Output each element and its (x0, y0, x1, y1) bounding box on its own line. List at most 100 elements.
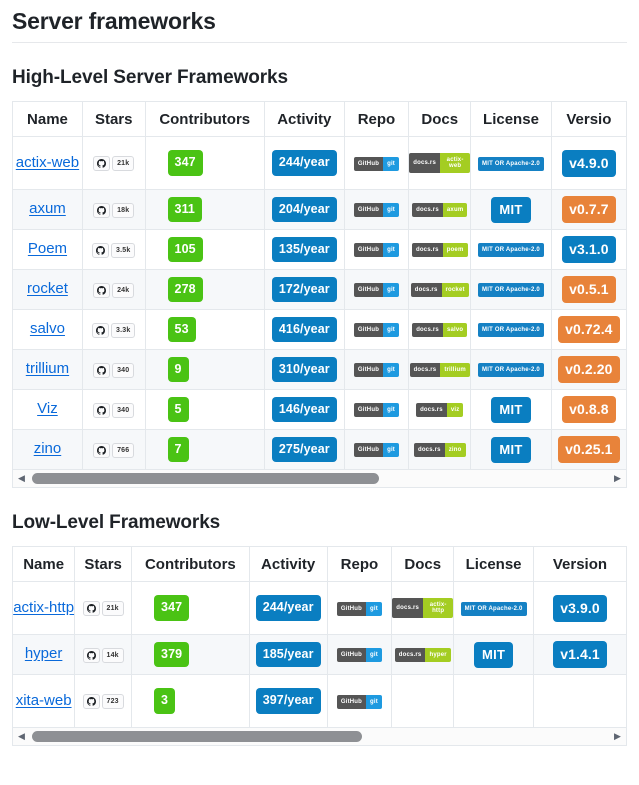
activity-badge[interactable]: 172/year (271, 276, 337, 303)
mini-badge-left: GitHub (336, 601, 367, 616)
mini-badge[interactable]: GitHub git (353, 243, 400, 258)
license-badge[interactable]: MIT OR Apache-2.0 (478, 243, 544, 258)
version-badge[interactable]: v0.72.4 (558, 316, 620, 343)
github-stars-badge[interactable]: 766 (93, 442, 135, 458)
scroll-left-arrow-icon[interactable]: ◀ (13, 732, 30, 741)
version-badge[interactable]: v3.1.0 (562, 236, 616, 263)
framework-link[interactable]: actix-web (16, 154, 79, 173)
mini-badge[interactable]: GitHub git (336, 648, 382, 663)
cell-activity: 275/year (264, 429, 345, 469)
mini-badge[interactable]: docs.rs viz (416, 403, 464, 418)
github-stars-badge[interactable]: 18k (93, 202, 135, 218)
github-stars-badge[interactable]: 21k (93, 156, 135, 172)
activity-badge[interactable]: 146/year (271, 396, 337, 423)
framework-link[interactable]: Viz (37, 400, 58, 419)
license-badge[interactable]: MIT (491, 436, 531, 463)
license-badge[interactable]: MIT (473, 641, 514, 668)
mini-badge[interactable]: docs.rs salvo (412, 323, 468, 338)
activity-badge[interactable]: 397/year (255, 688, 321, 714)
github-stars-badge[interactable]: 340 (93, 362, 135, 378)
mini-badge[interactable]: GitHub git (353, 443, 400, 458)
framework-link[interactable]: hyper (25, 645, 63, 664)
mini-badge[interactable]: docs.rs actix-web (409, 153, 471, 173)
contributors-badge[interactable]: 347 (154, 595, 190, 621)
mini-badge[interactable]: docs.rs rocket (410, 283, 469, 298)
framework-link[interactable]: xita-web (16, 692, 72, 711)
activity-badge[interactable]: 310/year (271, 356, 337, 383)
contributors-badge[interactable]: 105 (167, 236, 203, 263)
mini-badge[interactable]: docs.rs actix-http (392, 598, 454, 618)
version-badge[interactable]: v3.9.0 (553, 594, 607, 622)
horizontal-scrollbar-high-level[interactable]: ◀ ▶ (12, 469, 627, 488)
framework-link[interactable]: trillium (26, 360, 69, 379)
framework-link[interactable]: axum (29, 200, 66, 219)
mini-badge[interactable]: docs.rs trillium (409, 363, 470, 378)
scrollbar-track[interactable] (30, 470, 609, 487)
license-badge[interactable]: MIT OR Apache-2.0 (460, 601, 527, 616)
scroll-right-arrow-icon[interactable]: ▶ (609, 732, 626, 741)
version-badge[interactable]: v0.2.20 (558, 356, 620, 383)
mini-badge[interactable]: GitHub git (336, 694, 382, 709)
contributors-badge[interactable]: 311 (167, 196, 202, 223)
activity-badge[interactable]: 244/year (255, 595, 321, 621)
activity-badge[interactable]: 416/year (271, 316, 337, 343)
license-badge[interactable]: MIT OR Apache-2.0 (478, 156, 544, 171)
scrollbar-thumb[interactable] (32, 731, 363, 742)
github-stars-badge[interactable]: 21k (82, 601, 124, 617)
framework-link[interactable]: rocket (27, 280, 68, 299)
mini-badge[interactable]: docs.rs zino (413, 443, 466, 458)
license-badge[interactable]: MIT OR Apache-2.0 (478, 363, 544, 378)
activity-badge[interactable]: 275/year (271, 436, 337, 463)
contributors-badge[interactable]: 379 (154, 641, 190, 668)
license-badge[interactable]: MIT OR Apache-2.0 (478, 283, 544, 298)
mini-badge[interactable]: docs.rs axum (412, 203, 468, 218)
mini-badge[interactable]: GitHub git (353, 283, 400, 298)
github-stars-badge[interactable]: 24k (93, 282, 135, 298)
mini-badge[interactable]: docs.rs poem (411, 243, 468, 258)
contributors-badge[interactable]: 3 (154, 688, 176, 714)
mini-badge[interactable]: GitHub git (353, 203, 400, 218)
scrollbar-track[interactable] (30, 728, 609, 745)
activity-badge[interactable]: 135/year (271, 236, 337, 263)
framework-link[interactable]: actix-http (13, 599, 74, 618)
horizontal-scrollbar-low-level[interactable]: ◀ ▶ (12, 727, 627, 746)
mini-badge[interactable]: GitHub git (336, 601, 382, 616)
contributors-badge[interactable]: 278 (167, 276, 203, 303)
github-stars-badge[interactable]: 340 (93, 402, 135, 418)
github-stars-badge[interactable]: 14k (82, 647, 124, 663)
version-badge[interactable]: v0.7.7 (562, 196, 616, 223)
license-badge[interactable]: MIT OR Apache-2.0 (478, 323, 544, 338)
activity-badge[interactable]: 185/year (255, 641, 321, 668)
scroll-left-arrow-icon[interactable]: ◀ (13, 474, 30, 483)
version-badge[interactable]: v0.25.1 (558, 436, 620, 463)
activity-badge[interactable]: 244/year (271, 150, 337, 176)
stars-count: 18k (112, 202, 135, 218)
version-badge[interactable]: v4.9.0 (562, 149, 616, 177)
cell-name: Poem (13, 229, 83, 270)
github-stars-badge[interactable]: 3.3k (91, 322, 136, 338)
contributors-badge[interactable]: 9 (167, 356, 189, 383)
framework-link[interactable]: Poem (28, 240, 67, 259)
license-badge[interactable]: MIT (491, 396, 531, 423)
contributors-badge[interactable]: 5 (167, 396, 189, 423)
github-stars-badge[interactable]: 723 (82, 694, 124, 710)
scroll-right-arrow-icon[interactable]: ▶ (609, 474, 626, 483)
mini-badge[interactable]: docs.rs hyper (394, 648, 451, 663)
contributors-badge[interactable]: 7 (167, 436, 189, 463)
version-badge[interactable]: v1.4.1 (553, 641, 607, 668)
mini-badge-right: salvo (442, 323, 468, 338)
framework-link[interactable]: salvo (30, 320, 65, 339)
framework-link[interactable]: zino (34, 440, 62, 459)
mini-badge[interactable]: GitHub git (353, 156, 400, 171)
activity-badge[interactable]: 204/year (271, 196, 337, 223)
mini-badge[interactable]: GitHub git (353, 403, 400, 418)
version-badge[interactable]: v0.8.8 (562, 396, 616, 423)
license-badge[interactable]: MIT (491, 196, 531, 223)
contributors-badge[interactable]: 53 (167, 316, 196, 343)
scrollbar-thumb[interactable] (32, 473, 380, 484)
contributors-badge[interactable]: 347 (167, 150, 203, 176)
mini-badge[interactable]: GitHub git (353, 363, 400, 378)
version-badge[interactable]: v0.5.1 (562, 276, 616, 303)
mini-badge[interactable]: GitHub git (353, 323, 400, 338)
github-stars-badge[interactable]: 3.5k (91, 242, 136, 258)
